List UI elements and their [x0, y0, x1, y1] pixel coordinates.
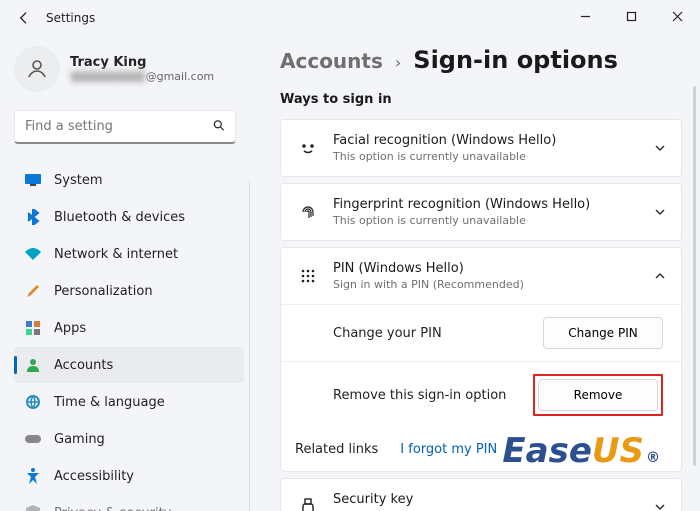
- close-button[interactable]: [654, 0, 700, 32]
- row-change-pin: Change your PIN Change PIN: [281, 304, 681, 361]
- card-sub: This option is currently unavailable: [333, 214, 653, 227]
- usb-key-icon: [295, 498, 321, 511]
- nav-label: Accounts: [54, 358, 113, 373]
- shield-icon: [24, 504, 42, 511]
- highlight-annotation: Remove: [533, 374, 663, 416]
- search-input[interactable]: [14, 110, 236, 144]
- nav-list: System Bluetooth & devices Network & int…: [14, 162, 244, 511]
- card-title: Fingerprint recognition (Windows Hello): [333, 197, 653, 212]
- card-facial-header[interactable]: Facial recognition (Windows Hello) This …: [281, 120, 681, 176]
- nav-privacy[interactable]: Privacy & security: [14, 495, 244, 511]
- nav-label: Privacy & security: [54, 506, 171, 511]
- nav-label: Network & internet: [54, 247, 178, 262]
- nav-label: System: [54, 173, 102, 188]
- related-links: Related links I forgot my PIN: [281, 428, 681, 471]
- nav-time[interactable]: Time & language: [14, 384, 244, 420]
- display-icon: [24, 171, 42, 189]
- user-email: xxxxxxxxxxx@gmail.com: [70, 70, 214, 83]
- card-facial: Facial recognition (Windows Hello) This …: [280, 119, 682, 177]
- back-button[interactable]: [12, 6, 36, 30]
- forgot-pin-link[interactable]: I forgot my PIN: [400, 442, 497, 457]
- nav-apps[interactable]: Apps: [14, 310, 244, 346]
- card-sub: This option is currently unavailable: [333, 150, 653, 163]
- nav-personalization[interactable]: Personalization: [14, 273, 244, 309]
- face-icon: [295, 139, 321, 157]
- remove-pin-button[interactable]: Remove: [538, 379, 658, 411]
- chevron-down-icon: [653, 500, 667, 511]
- keypad-icon: [295, 268, 321, 284]
- accessibility-icon: [24, 467, 42, 485]
- card-pin-header[interactable]: PIN (Windows Hello) Sign in with a PIN (…: [281, 248, 681, 304]
- avatar: [14, 46, 60, 92]
- nav-gaming[interactable]: Gaming: [14, 421, 244, 457]
- nav-label: Bluetooth & devices: [54, 210, 185, 225]
- card-security-key: Security key Sign in with a physical sec…: [280, 478, 682, 511]
- change-pin-button[interactable]: Change PIN: [543, 317, 663, 349]
- nav-accessibility[interactable]: Accessibility: [14, 458, 244, 494]
- search-box[interactable]: [14, 110, 236, 144]
- card-sub: Sign in with a PIN (Recommended): [333, 278, 653, 291]
- crumb-current: Sign-in options: [413, 46, 618, 74]
- nav-label: Accessibility: [54, 469, 134, 484]
- minimize-button[interactable]: [562, 0, 608, 32]
- nav-label: Time & language: [54, 395, 165, 410]
- card-title: PIN (Windows Hello): [333, 261, 653, 276]
- card-title: Facial recognition (Windows Hello): [333, 133, 653, 148]
- fingerprint-icon: [295, 203, 321, 221]
- breadcrumb: Accounts › Sign-in options: [280, 46, 682, 74]
- search-icon: [212, 118, 226, 137]
- sidebar: Tracy King xxxxxxxxxxx@gmail.com System …: [0, 36, 250, 511]
- chevron-up-icon: [653, 269, 667, 283]
- nav-accounts[interactable]: Accounts: [14, 347, 244, 383]
- chevron-right-icon: ›: [395, 53, 401, 72]
- nav-label: Personalization: [54, 284, 153, 299]
- card-fingerprint: Fingerprint recognition (Windows Hello) …: [280, 183, 682, 241]
- nav-network[interactable]: Network & internet: [14, 236, 244, 272]
- change-pin-label: Change your PIN: [333, 326, 442, 341]
- person-icon: [24, 356, 42, 374]
- card-title: Security key: [333, 492, 653, 507]
- bluetooth-icon: [24, 208, 42, 226]
- nav-bluetooth[interactable]: Bluetooth & devices: [14, 199, 244, 235]
- gamepad-icon: [24, 430, 42, 448]
- related-label: Related links: [295, 442, 378, 457]
- brush-icon: [24, 282, 42, 300]
- main-panel: Accounts › Sign-in options Ways to sign …: [250, 36, 700, 511]
- chevron-down-icon: [653, 205, 667, 219]
- card-pin: PIN (Windows Hello) Sign in with a PIN (…: [280, 247, 682, 472]
- nav-label: Apps: [54, 321, 86, 336]
- crumb-parent[interactable]: Accounts: [280, 49, 383, 73]
- remove-pin-label: Remove this sign-in option: [333, 388, 506, 403]
- profile-block[interactable]: Tracy King xxxxxxxxxxx@gmail.com: [14, 46, 244, 92]
- section-heading: Ways to sign in: [280, 92, 682, 107]
- globe-icon: [24, 393, 42, 411]
- chevron-down-icon: [653, 141, 667, 155]
- card-security-key-header[interactable]: Security key Sign in with a physical sec…: [281, 479, 681, 511]
- row-remove-pin: Remove this sign-in option Remove: [281, 361, 681, 428]
- wifi-icon: [24, 245, 42, 263]
- nav-label: Gaming: [54, 432, 105, 447]
- apps-icon: [24, 319, 42, 337]
- nav-system[interactable]: System: [14, 162, 244, 198]
- card-fingerprint-header[interactable]: Fingerprint recognition (Windows Hello) …: [281, 184, 681, 240]
- maximize-button[interactable]: [608, 0, 654, 32]
- scrollbar[interactable]: [693, 86, 696, 466]
- window-title: Settings: [46, 11, 95, 25]
- window-controls: [562, 0, 700, 32]
- user-name: Tracy King: [70, 55, 214, 70]
